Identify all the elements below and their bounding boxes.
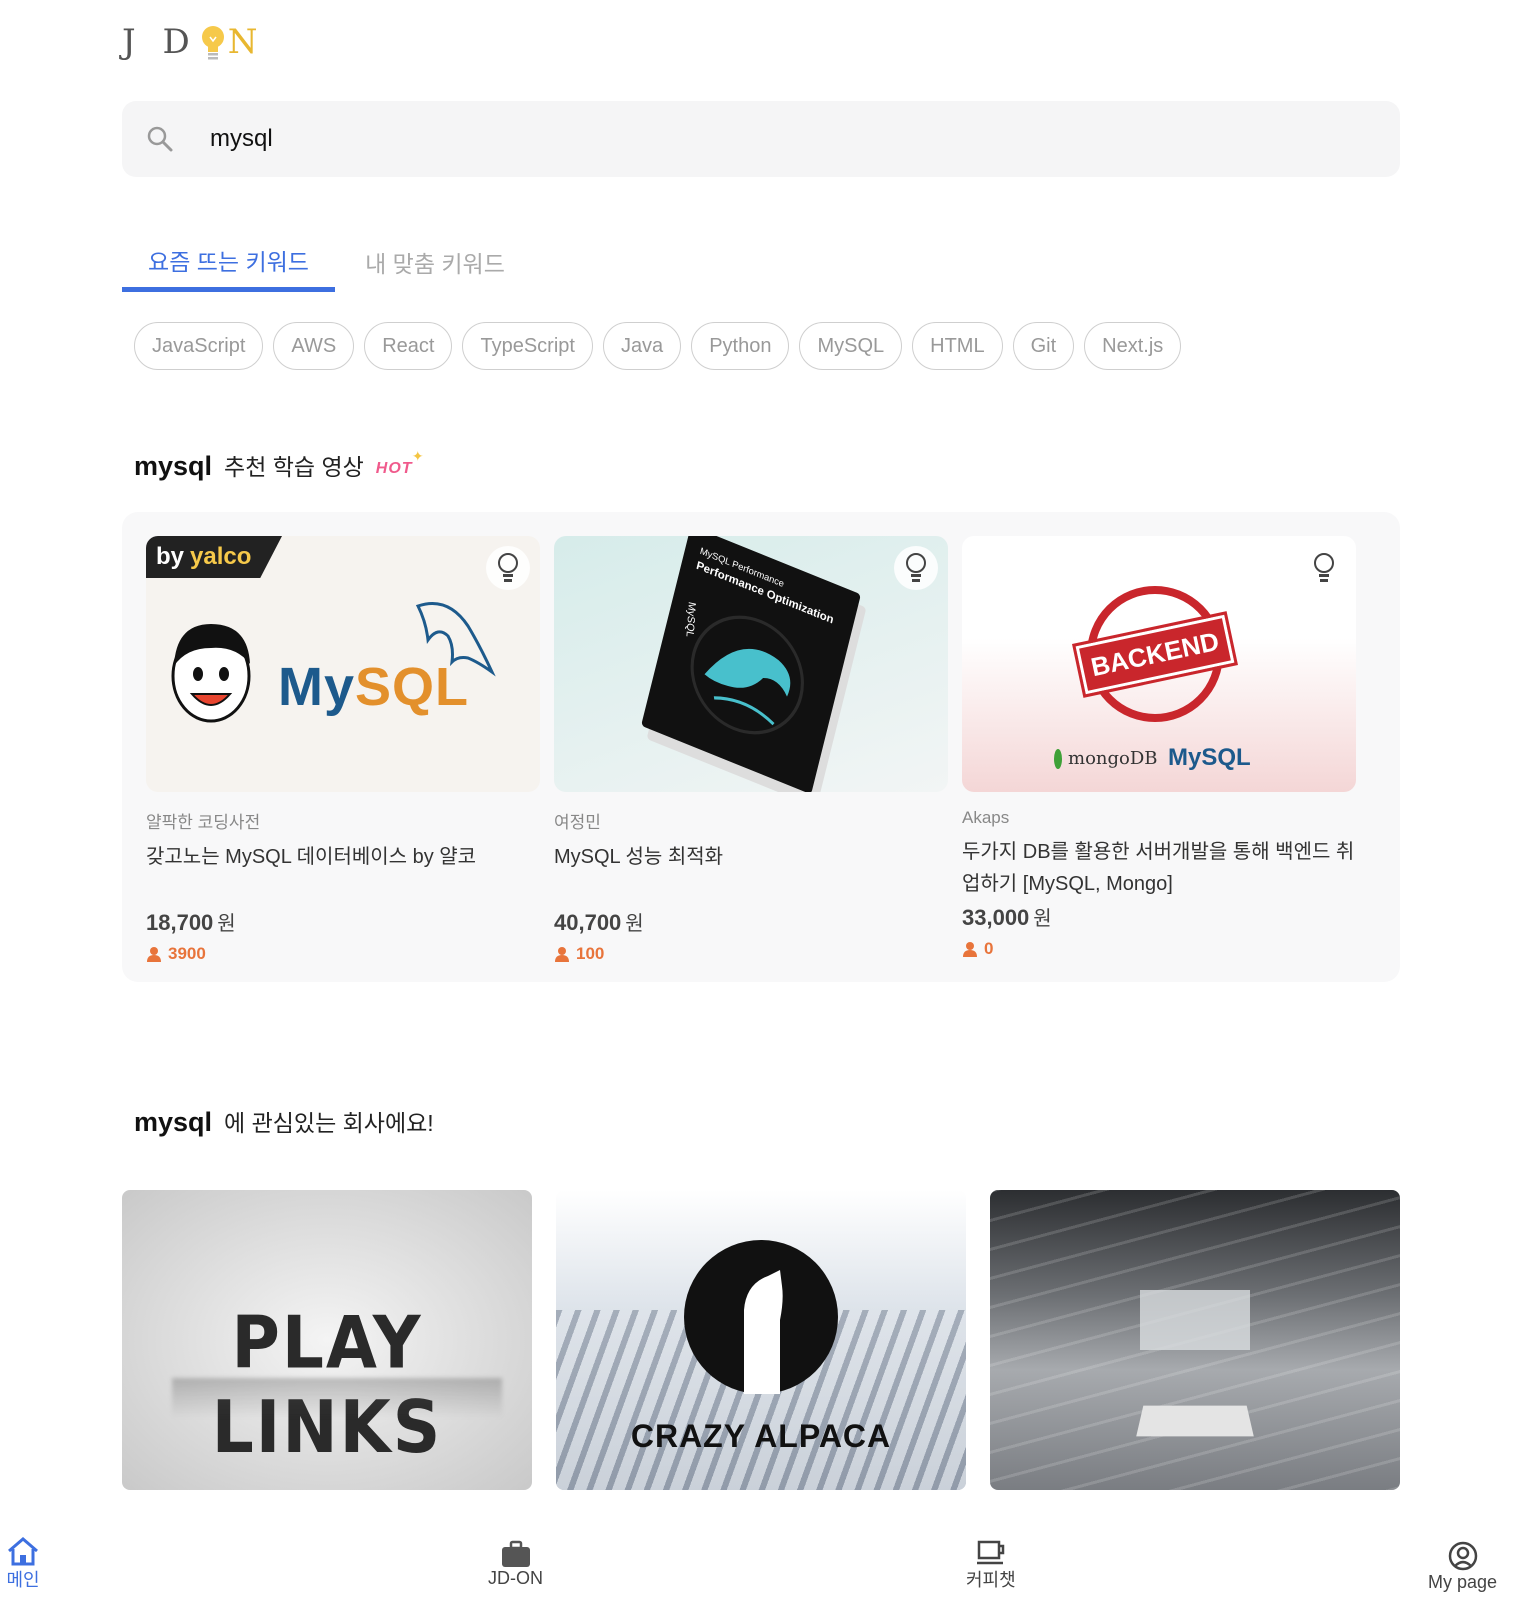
course-card[interactable]: BACKEND mongoDB MySQL Akaps 두가지 DB를 활용한 … [962, 536, 1356, 959]
course-thumbnail: MySQL Performance Performance Optimizati… [554, 536, 948, 792]
person-icon [147, 947, 161, 962]
office-table [1136, 1405, 1254, 1437]
course-title[interactable]: 두가지 DB를 활용한 서버개발을 통해 백엔드 취업하기 [MySQL, Mo… [962, 836, 1356, 900]
courses-section-title: mysql 추천 학습 영상 HOT ✦ [134, 448, 425, 482]
alpaca-logo-icon [684, 1240, 838, 1394]
mysql-logo-text: MySQL [278, 657, 470, 717]
keyword-chip[interactable]: TypeScript [462, 322, 593, 370]
search-input[interactable] [210, 125, 1310, 153]
course-teacher: Akaps [962, 808, 1010, 827]
course-title[interactable]: 갖고노는 MySQL 데이터베이스 by 얄코 [146, 841, 540, 905]
person-icon [555, 947, 569, 962]
mongodb-logo: mongoDB [1054, 748, 1158, 769]
office-window [1140, 1290, 1250, 1350]
keyword-chip[interactable]: JavaScript [134, 322, 264, 370]
search-bar[interactable] [122, 101, 1400, 177]
course-price: 40,700 원 [554, 910, 644, 935]
keyword-tabs: 요즘 뜨는 키워드 내 맞춤 키워드 [122, 232, 535, 292]
company-card[interactable]: PLAY LINKS [122, 1190, 532, 1490]
lightbulb-icon [906, 553, 926, 582]
briefcase-icon [501, 1540, 530, 1567]
nav-my-page[interactable]: My page [1428, 1540, 1497, 1593]
course-price: 18,700 원 [146, 910, 236, 935]
keyword-chip[interactable]: HTML [912, 322, 1003, 370]
sparkle-icon: ✦ [411, 448, 425, 464]
keyword-chip[interactable]: Git [1012, 322, 1075, 370]
cartoon-face-icon [171, 624, 251, 723]
home-icon [8, 1537, 38, 1566]
book-illustration: MySQL Performance Performance Optimizati… [641, 536, 861, 792]
mysql-logo-text: MySQL [1168, 744, 1251, 771]
section-title-text: 추천 학습 영상 [224, 454, 364, 480]
yalco-ribbon: by yalco [146, 536, 282, 578]
keyword-chip[interactable]: MySQL [799, 322, 903, 370]
search-icon[interactable] [146, 125, 174, 153]
bookmark-bulb-button[interactable] [486, 546, 530, 590]
companies-section-title: mysql 에 관심있는 회사에요! [134, 1104, 434, 1138]
keyword-chip[interactable]: Next.js [1084, 322, 1182, 370]
lightbulb-icon [1314, 553, 1334, 582]
course-thumbnail: by yalco MySQL [146, 536, 540, 792]
course-teacher: 얄팍한 코딩사전 [146, 813, 261, 832]
company-logo-text: CRAZY ALPACA [630, 1418, 892, 1454]
company-list: PLAY LINKS CRAZY ALPACA [122, 1190, 1400, 1490]
course-students: 100 [554, 944, 948, 964]
section-keyword: mysql [134, 1107, 213, 1137]
company-logo-shadow [172, 1378, 502, 1418]
logo-text-right: N [227, 22, 266, 62]
nav-coffee-chat[interactable]: 커피챗 [966, 1538, 1016, 1592]
section-keyword: mysql [134, 451, 213, 481]
company-card[interactable]: CRAZY ALPACA [556, 1190, 966, 1490]
course-thumbnail: BACKEND mongoDB MySQL [962, 536, 1356, 792]
bookmark-bulb-button[interactable] [1302, 546, 1346, 590]
keyword-chip[interactable]: Java [602, 322, 682, 370]
app-logo[interactable]: J D N [122, 22, 265, 62]
course-card[interactable]: MySQL Performance Performance Optimizati… [554, 536, 948, 963]
bookmark-bulb-button[interactable] [894, 546, 938, 590]
course-students: 0 [962, 939, 1356, 959]
backend-stamp: BACKEND [1072, 586, 1238, 722]
user-circle-icon [1448, 1541, 1477, 1571]
hot-badge: HOT ✦ [375, 448, 425, 477]
logo-text-left: J D [122, 22, 198, 62]
person-icon [963, 942, 977, 957]
lightbulb-icon [498, 553, 518, 582]
keyword-chip-list: JavaScript AWS React TypeScript Java Pyt… [134, 322, 1182, 370]
keyword-chip[interactable]: Python [691, 322, 790, 370]
tab-my-keywords[interactable]: 내 맞춤 키워드 [335, 232, 535, 292]
nav-main[interactable]: 메인 [6, 1536, 40, 1592]
nav-jd-on[interactable]: JD-ON [488, 1540, 543, 1589]
course-title[interactable]: MySQL 성능 최적화 [554, 841, 948, 905]
company-card[interactable] [990, 1190, 1400, 1490]
section-title-text: 에 관심있는 회사에요! [224, 1110, 434, 1136]
dolphin-icon [704, 648, 791, 726]
lightbulb-logo-icon [200, 24, 226, 60]
course-teacher: 여정민 [554, 813, 601, 832]
course-list: by yalco MySQL 얄팍한 코딩사전 갖고노는 MySQL 데이터베이스… [122, 512, 1400, 982]
tab-trending-keywords[interactable]: 요즘 뜨는 키워드 [122, 232, 335, 292]
keyword-chip[interactable]: React [364, 322, 453, 370]
course-card[interactable]: by yalco MySQL 얄팍한 코딩사전 갖고노는 MySQL 데이터베이스… [146, 536, 540, 963]
course-students: 3900 [146, 944, 540, 964]
bottom-nav: 메인 JD-ON 커피챗 My page [0, 1520, 1534, 1608]
course-price: 33,000 원 [962, 905, 1052, 930]
keyword-chip[interactable]: AWS [273, 322, 355, 370]
coffee-icon [976, 1540, 1005, 1565]
